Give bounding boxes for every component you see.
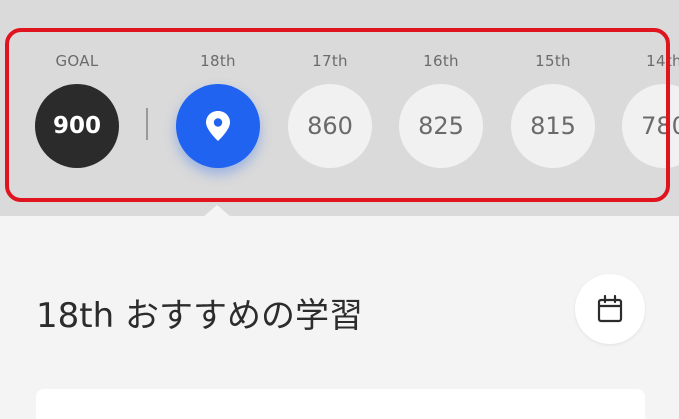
selection-pointer [203, 205, 231, 217]
section-title: 18th おすすめの学習 [36, 296, 363, 336]
recommendation-card[interactable] [36, 389, 645, 419]
highlight-box [5, 28, 670, 202]
calendar-button[interactable] [575, 274, 645, 344]
score-history-strip: GOAL 900 18th 17th 860 16th 825 15th 815… [0, 0, 679, 216]
calendar-icon [597, 294, 623, 323]
